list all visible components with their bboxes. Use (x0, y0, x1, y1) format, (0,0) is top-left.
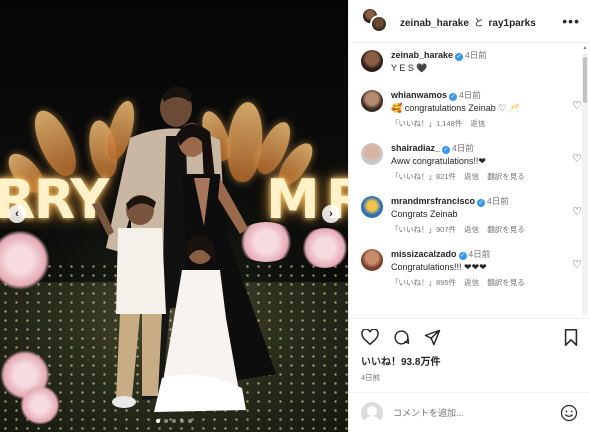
avatar[interactable] (361, 90, 383, 112)
heart-icon[interactable]: ♡ (572, 205, 582, 218)
comment-time[interactable]: 4日前 (469, 249, 491, 259)
caption: zeinab_harake ✓ 4日前 Y E S 🖤 (361, 49, 566, 74)
carousel-indicator (0, 419, 348, 423)
heart-icon[interactable] (361, 329, 379, 345)
carousel-dot (180, 419, 184, 423)
comment-time[interactable]: 4日前 (452, 143, 474, 153)
avatar[interactable] (361, 50, 383, 72)
carousel-dot (188, 419, 192, 423)
author-avatars[interactable] (361, 7, 391, 35)
comment-username[interactable]: shairadiaz_ (391, 143, 440, 153)
verified-badge-icon: ✓ (449, 93, 458, 101)
flower-cluster (300, 228, 348, 268)
caption-time[interactable]: 4日前 (465, 50, 487, 60)
smiley-icon[interactable] (560, 404, 578, 422)
scroll-up-icon[interactable]: ▲ (582, 45, 588, 51)
avatar (361, 401, 383, 424)
comment-username[interactable]: mrandmrsfrancisco (391, 196, 475, 206)
comment-text: Aww congratulations!!❤ (391, 156, 486, 166)
carousel-prev-button[interactable]: ‹ (8, 205, 26, 223)
comment-like-count[interactable]: 「いいね！」895件 (391, 278, 456, 287)
verified-badge-icon: ✓ (458, 252, 467, 260)
chevron-right-icon: › (329, 208, 333, 220)
comment-icon[interactable] (393, 329, 410, 346)
author-link[interactable]: ray1parks (489, 18, 536, 29)
comment-like-count[interactable]: 「いいね！」821件 (391, 172, 456, 181)
avatar[interactable] (370, 15, 388, 33)
verified-badge-icon: ✓ (477, 199, 486, 207)
family-figures (92, 86, 276, 412)
comment-item: shairadiaz_ ✓ 4日前 Aww congratulations!!❤ 「… (361, 142, 582, 182)
post-date[interactable]: 4日前 (361, 372, 578, 383)
comment-username[interactable]: whianwamos (391, 90, 447, 100)
post-header: zeinab_harake と ray1parks ••• (349, 0, 590, 43)
comment-translate-button[interactable]: 翻訳を見る (487, 225, 525, 234)
comment-item: whianwamos ✓ 4日前 🥰 congratulations Zeinab … (361, 89, 582, 129)
post-photo[interactable]: RRY M R ‹ › (0, 0, 348, 432)
heart-icon[interactable]: ♡ (572, 99, 582, 112)
post-actions: いいね！93.8万件 4日前 (349, 318, 590, 392)
comment-reply-button[interactable]: 返信 (464, 225, 479, 234)
carousel-dot (156, 419, 160, 423)
carousel-dot (172, 419, 176, 423)
comment-translate-button[interactable]: 翻訳を見る (487, 172, 525, 181)
caption-username[interactable]: zeinab_harake (391, 50, 453, 60)
comment-item: mrandmrsfrancisco ✓ 4日前 Congrats Zeinab 「い… (361, 195, 582, 235)
chevron-left-icon: ‹ (15, 208, 19, 220)
post-like-count[interactable]: いいね！93.8万件 (361, 353, 578, 368)
comments-scrollbar[interactable]: ▲ ▼ (582, 45, 588, 318)
more-horizontal-icon[interactable]: ••• (562, 13, 580, 29)
comment-reply-button[interactable]: 返信 (464, 278, 479, 287)
comment-text: Congrats Zeinab (391, 209, 458, 219)
heart-icon[interactable]: ♡ (572, 258, 582, 271)
avatar[interactable] (361, 249, 383, 271)
post-authors: zeinab_harake と ray1parks (400, 14, 562, 29)
comment-reply-button[interactable]: 返信 (470, 119, 485, 128)
instagram-post-view: RRY M R ‹ › zeinab_harake と ray1parks ••… (0, 0, 590, 432)
comment-like-count[interactable]: 「いいね！」1,148件 (391, 119, 462, 128)
carousel-dot (164, 419, 168, 423)
author-link[interactable]: zeinab_harake (400, 18, 469, 29)
comment-time[interactable]: 4日前 (459, 90, 481, 100)
comment-item: missizacalzado ✓ 4日前 Congratulations!!! ❤❤… (361, 248, 582, 288)
scrollbar-thumb[interactable] (583, 57, 587, 103)
comment-time[interactable]: 4日前 (487, 196, 509, 206)
comment-translate-button[interactable]: 翻訳を見る (487, 278, 525, 287)
avatar[interactable] (361, 143, 383, 165)
comment-input[interactable] (393, 407, 560, 418)
paper-plane-icon[interactable] (424, 329, 441, 346)
verified-badge-icon: ✓ (455, 53, 464, 61)
comment-text: 🥰 congratulations Zeinab ♡ 🥂 (391, 103, 521, 113)
carousel-next-button[interactable]: › (322, 205, 340, 223)
heart-icon[interactable]: ♡ (572, 152, 582, 165)
comment-composer (349, 392, 590, 432)
comment-text: Congratulations!!! ❤❤❤ (391, 262, 487, 272)
avatar[interactable] (361, 196, 383, 218)
bookmark-icon[interactable] (564, 328, 578, 346)
comment-like-count[interactable]: 「いいね！」907件 (391, 225, 456, 234)
comments-list: zeinab_harake ✓ 4日前 Y E S 🖤 whianwamos ✓ 4日前… (349, 43, 590, 318)
comment-username[interactable]: missizacalzado (391, 249, 457, 259)
post-side-panel: zeinab_harake と ray1parks ••• zeinab_har… (348, 0, 590, 432)
author-joiner: と (473, 17, 484, 29)
caption-text: Y E S 🖤 (391, 63, 428, 73)
comment-reply-button[interactable]: 返信 (464, 172, 479, 181)
verified-badge-icon: ✓ (442, 146, 451, 154)
